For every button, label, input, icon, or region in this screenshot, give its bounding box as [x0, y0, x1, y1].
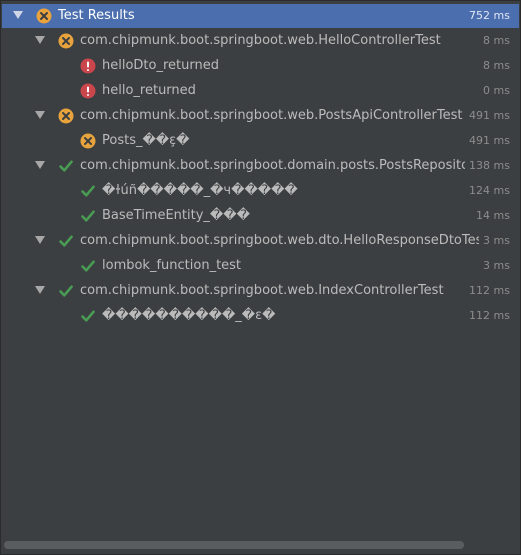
tree-row-label: Test Results	[58, 8, 135, 23]
tree-row-basetimeentity[interactable]: BaseTimeEntity_��� 14 ms	[2, 204, 519, 228]
tree-row-label: Posts_��ɛ̧�	[102, 133, 190, 148]
check-icon	[80, 208, 96, 224]
tree-row-posts-test[interactable]: Posts_��ɛ̧� 491 ms	[2, 129, 519, 153]
duration-label: 8 ms	[483, 59, 510, 72]
check-icon	[80, 308, 96, 324]
tree-row-test-results[interactable]: Test Results 752 ms	[2, 4, 519, 28]
tree-row-label: com.chipmunk.boot.springboot.web.IndexCo…	[80, 283, 444, 298]
duration-label: 112 ms	[469, 284, 510, 297]
duration-label: 0 ms	[483, 84, 510, 97]
tree-row-hello-controller-test[interactable]: com.chipmunk.boot.springboot.web.HelloCo…	[2, 29, 519, 53]
failed-test-icon	[58, 108, 74, 124]
expand-arrow-icon[interactable]	[35, 111, 45, 119]
check-icon	[80, 183, 96, 199]
expand-arrow-icon[interactable]	[35, 236, 45, 244]
duration-label: 491 ms	[469, 109, 510, 122]
tree-row-posts-repository-test[interactable]: com.chipmunk.boot.springboot.domain.post…	[2, 154, 519, 178]
tree-row-label: �ɫúñ�����_�ч�����	[102, 183, 298, 198]
expand-arrow-icon[interactable]	[13, 11, 23, 19]
tree-row-index-controller-test[interactable]: com.chipmunk.boot.springboot.web.IndexCo…	[2, 279, 519, 303]
tree-row-label: com.chipmunk.boot.springboot.web.PostsAp…	[80, 108, 463, 123]
tree-row-posts-api-controller-test[interactable]: com.chipmunk.boot.springboot.web.PostsAp…	[2, 104, 519, 128]
tree-row-label: com.chipmunk.boot.springboot.web.dto.Hel…	[80, 233, 479, 248]
failed-test-icon	[80, 133, 96, 149]
failed-test-icon	[36, 8, 52, 24]
error-test-icon	[80, 83, 96, 99]
expand-arrow-icon[interactable]	[35, 161, 45, 169]
duration-label: 14 ms	[476, 209, 510, 222]
duration-label: 752 ms	[465, 8, 510, 24]
tree-row-hellodto-returned[interactable]: helloDto_returned 8 ms	[2, 54, 519, 78]
check-icon	[58, 158, 74, 174]
tree-row-label: ����������_�ɛ�	[102, 308, 276, 323]
check-icon	[58, 283, 74, 299]
tree-row-posts-repository-case-1[interactable]: �ɫúñ�����_�ч����� 124 ms	[2, 179, 519, 203]
tree-row-label: BaseTimeEntity_���	[102, 208, 250, 223]
test-results-panel: Test Results 752 ms com.chipmunk.boot.sp…	[0, 0, 521, 555]
horizontal-scrollbar[interactable]	[2, 540, 519, 550]
tree-row-label: helloDto_returned	[102, 58, 219, 73]
check-icon	[58, 233, 74, 249]
expand-arrow-icon[interactable]	[35, 286, 45, 294]
duration-label: 491 ms	[469, 134, 510, 147]
tree-row-index-controller-case[interactable]: ����������_�ɛ� 112 ms	[2, 304, 519, 328]
tree-row-hello-response-dto-test[interactable]: com.chipmunk.boot.springboot.web.dto.Hel…	[2, 229, 519, 253]
check-icon	[80, 258, 96, 274]
tree-row-label: com.chipmunk.boot.springboot.domain.post…	[80, 158, 465, 173]
tree-row-label: hello_returned	[102, 83, 196, 98]
scrollbar-thumb[interactable]	[4, 541, 464, 549]
duration-label: 3 ms	[483, 259, 510, 272]
tree-row-label: com.chipmunk.boot.springboot.web.HelloCo…	[80, 33, 441, 48]
duration-label: 3 ms	[483, 234, 510, 247]
failed-test-icon	[58, 33, 74, 49]
duration-label: 138 ms	[469, 159, 510, 172]
error-test-icon	[80, 58, 96, 74]
expand-arrow-icon[interactable]	[35, 36, 45, 44]
duration-label: 112 ms	[469, 309, 510, 322]
duration-label: 8 ms	[483, 34, 510, 47]
tree-row-lombok-function-test[interactable]: lombok_function_test 3 ms	[2, 254, 519, 278]
tree-row-hello-returned[interactable]: hello_returned 0 ms	[2, 79, 519, 103]
duration-label: 124 ms	[469, 184, 510, 197]
tree-row-label: lombok_function_test	[102, 258, 242, 273]
